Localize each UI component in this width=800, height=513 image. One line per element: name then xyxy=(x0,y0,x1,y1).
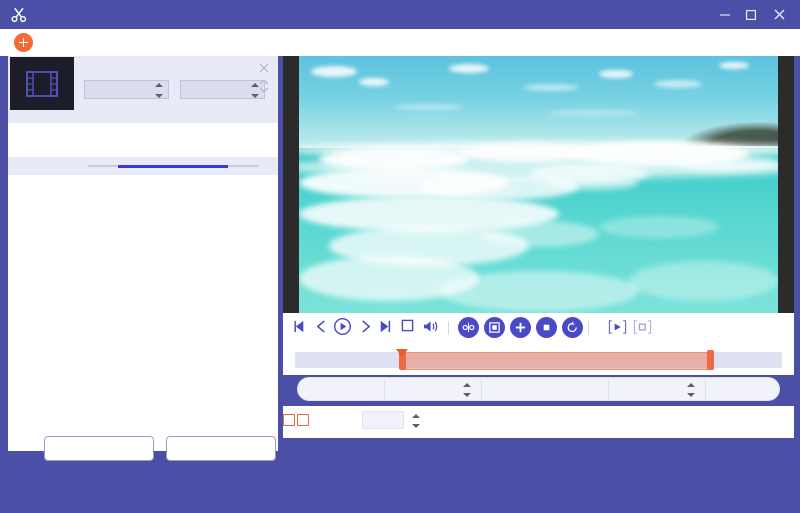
segment-list-empty-area xyxy=(8,175,278,432)
row-divider-3 xyxy=(608,379,609,400)
video-trimmer-window xyxy=(0,0,800,513)
segment-start-stepper[interactable] xyxy=(155,83,164,98)
row-divider-1 xyxy=(384,379,385,400)
crop-frame-icon[interactable] xyxy=(484,317,505,338)
trim-handle-right[interactable] xyxy=(707,350,714,370)
film-strip-icon xyxy=(26,70,58,97)
trim-selection-range[interactable] xyxy=(402,352,710,370)
toolbar-divider xyxy=(448,321,449,335)
step-forward-icon[interactable] xyxy=(359,319,372,334)
trim-end-stepper[interactable] xyxy=(687,383,696,397)
row-divider-4 xyxy=(705,379,706,400)
jump-to-start-icon[interactable] xyxy=(293,319,308,334)
stop-record-icon[interactable] xyxy=(536,317,557,338)
plus-circle-icon[interactable] xyxy=(14,33,33,52)
trim-start-stepper[interactable] xyxy=(463,383,472,397)
split-clip-icon[interactable] xyxy=(458,317,479,338)
segment-row[interactable] xyxy=(8,56,278,123)
video-preview[interactable] xyxy=(283,56,794,313)
segment-progress-fill xyxy=(118,164,228,168)
video-frame-ocean-waves xyxy=(299,56,778,313)
add-marker-icon[interactable] xyxy=(510,317,531,338)
maximize-button[interactable] xyxy=(740,5,762,24)
add-segment-button[interactable] xyxy=(44,436,154,461)
fast-split-button[interactable] xyxy=(166,436,276,461)
trim-values-row xyxy=(297,377,780,401)
scissors-icon xyxy=(10,6,28,24)
snapshot-icon[interactable] xyxy=(633,319,652,335)
segment-list-panel xyxy=(8,56,278,461)
playhead-marker[interactable] xyxy=(396,349,408,357)
fade-in-checkbox[interactable] xyxy=(297,414,309,426)
preview-play-icon[interactable] xyxy=(608,319,627,335)
step-backward-icon[interactable] xyxy=(315,319,328,334)
trim-slider-area xyxy=(283,343,794,375)
fade-controls-row xyxy=(283,406,794,438)
title-bar xyxy=(0,0,800,29)
trim-track[interactable] xyxy=(295,349,782,370)
jump-to-end-icon[interactable] xyxy=(377,319,392,334)
stop-icon[interactable] xyxy=(401,319,414,332)
row-divider-2 xyxy=(481,379,482,400)
fade-in-value-input[interactable] xyxy=(362,411,404,429)
segment-thumbnail xyxy=(10,57,74,110)
transport-bar xyxy=(283,313,794,343)
volume-icon[interactable] xyxy=(423,319,440,334)
close-button[interactable] xyxy=(768,5,790,24)
fade-in-stepper[interactable] xyxy=(412,414,421,428)
segment-progress-track[interactable] xyxy=(88,164,258,168)
minimize-button[interactable] xyxy=(714,5,736,24)
toolbar-divider-2 xyxy=(588,321,589,335)
expand-collapse-icon[interactable] xyxy=(258,79,270,93)
segment-actions xyxy=(8,436,278,462)
source-bar xyxy=(0,29,800,56)
segment-start-time-input[interactable] xyxy=(84,80,169,99)
play-icon[interactable] xyxy=(333,317,352,336)
segment-end-time-input[interactable] xyxy=(180,80,265,99)
close-icon[interactable] xyxy=(258,61,270,73)
reset-rotate-icon[interactable] xyxy=(562,317,583,338)
segment-progress-row xyxy=(8,157,278,175)
